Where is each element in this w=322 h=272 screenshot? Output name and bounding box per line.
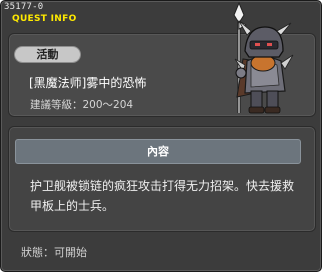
- window-title: QUEST INFO: [12, 14, 77, 24]
- armored-knight-sprite-icon: [233, 1, 294, 114]
- quest-level-requirement: 建議等級：200～204: [30, 99, 134, 111]
- quest-name: [黑魔法师]雾中的恐怖: [29, 76, 147, 90]
- quest-status: 狀態：可開始: [21, 246, 87, 259]
- quest-info-window: 35177-0 QUEST INFO 活動 [黑魔法师]雾中的恐怖 建議等級：2…: [0, 0, 322, 272]
- content-header: 內容: [15, 139, 301, 164]
- quest-category-badge: 活動: [14, 46, 81, 63]
- quest-description: 护卫舰被锁链的疯狂攻击打得无力招架。快去援救甲板上的士兵。: [30, 179, 295, 213]
- quest-id-label: 35177-0: [4, 2, 44, 12]
